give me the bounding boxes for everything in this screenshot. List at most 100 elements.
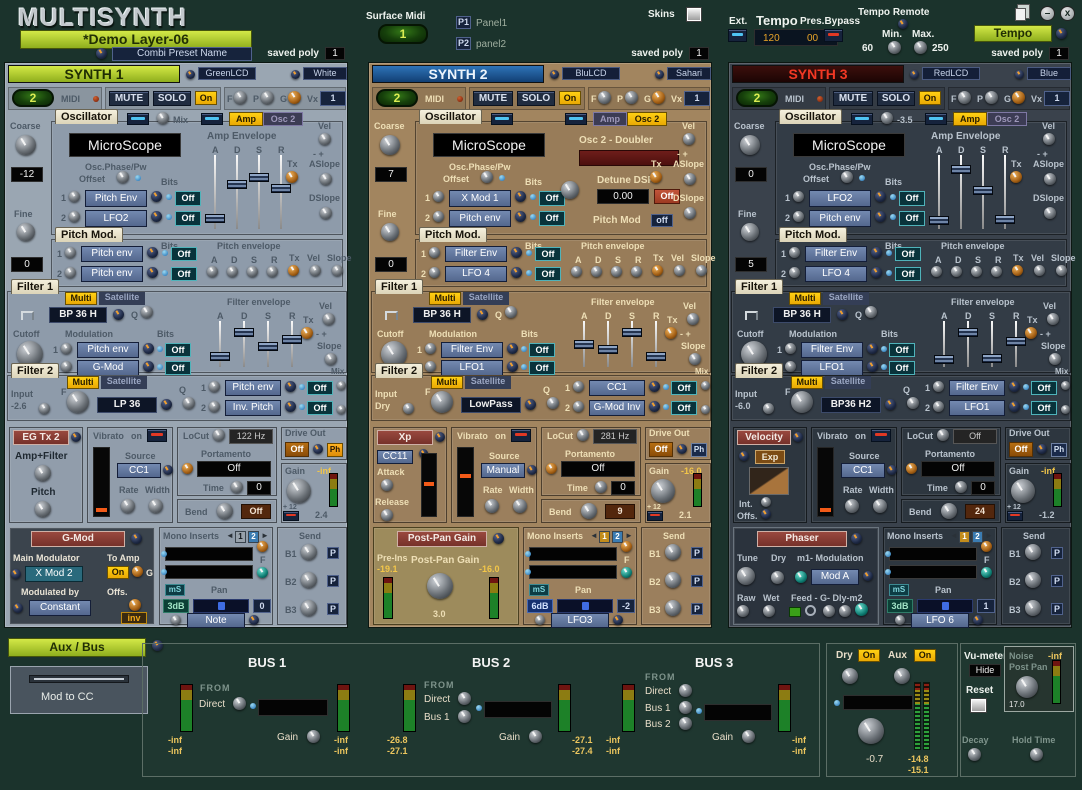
f-knob[interactable] [598,91,611,104]
osc-switch-2[interactable] [565,113,587,125]
fe-slope-knob[interactable] [325,353,337,365]
f2-mod1-source[interactable]: Pitch env [225,380,281,396]
panel2-label[interactable]: panel2 [476,39,506,50]
velocity-header[interactable]: Velocity [737,430,791,445]
f1-mod2-bits[interactable]: Off [889,361,915,375]
pan-slider[interactable] [917,599,973,613]
min-knob[interactable] [888,41,901,54]
osc-scope-display[interactable]: MicroScope [433,133,545,157]
f2-mix-knob1[interactable] [337,381,346,390]
pm-mod1-bits[interactable]: Off [535,247,561,261]
drive-off-button[interactable]: Off [1009,442,1033,457]
p-knob[interactable] [985,91,998,104]
skin-select[interactable]: White [303,67,347,80]
filter2-tab[interactable]: Filter 2 [375,363,423,378]
pitch-mod-tab[interactable]: Pitch Mod. [55,227,123,242]
pm-mod1-bits[interactable]: Off [895,247,921,261]
on-button[interactable]: On [559,91,581,105]
mono-insert-tab-1[interactable]: 1 [959,531,970,543]
osc-mod1-amount-knob[interactable] [875,191,886,202]
insert-slot-1[interactable] [889,547,977,561]
pan-mod-source[interactable]: Note [187,613,245,628]
bus2-bus1-knob[interactable] [458,710,471,723]
f2-mod1-amount-knob[interactable] [1009,381,1020,392]
phaser-header[interactable]: Phaser [757,531,847,547]
send-b2-knob[interactable] [665,572,681,588]
m2-knob[interactable] [855,603,868,616]
tune-knob[interactable] [737,567,755,585]
f2-mod2-bits[interactable]: Off [1031,401,1057,415]
g-knob[interactable] [652,91,665,104]
fine-knob[interactable] [741,223,759,241]
panel1-tab[interactable]: P1 [456,16,471,29]
insert-slot-2[interactable] [529,565,617,579]
amp-env-d-slider[interactable] [954,155,968,229]
pm-mod1-source[interactable]: Filter Env [445,246,507,262]
bus3-insert-display[interactable] [704,704,772,721]
lcd-skin-knob[interactable] [550,70,559,79]
coarse-knob[interactable] [380,135,400,155]
pe-s-knob[interactable] [247,266,258,277]
pe-s-knob[interactable] [971,266,982,277]
filter1-type[interactable]: BP 36 H [773,307,831,323]
m1-knob[interactable] [795,571,807,583]
input-knob[interactable] [763,403,774,414]
drive-ph-button[interactable]: Ph [1051,443,1067,457]
send-b2-knob[interactable] [1025,572,1041,588]
f2-mod1-knob[interactable] [573,381,584,392]
f2-mix-knob2[interactable] [1061,405,1070,414]
coarse-knob[interactable] [740,135,760,155]
vibrato-switch[interactable] [147,429,167,442]
f2-mod2-knob[interactable] [209,401,220,412]
mono-insert-tab-1[interactable]: 1 [235,531,246,543]
f1-mod1-knob[interactable] [425,343,436,354]
attack-knob[interactable] [381,479,393,491]
osc-mod1-source[interactable]: LFO2 [809,190,871,207]
osc-mod2-knob[interactable] [793,211,804,222]
osc-mod1-knob[interactable] [69,191,80,202]
filter2-q-knob[interactable] [547,397,559,409]
osc-switch-1[interactable] [491,113,513,125]
send-b3-p[interactable]: P [1051,603,1063,615]
f1-mod1-knob[interactable] [61,343,72,354]
f2-mod2-knob[interactable] [933,401,944,412]
main-modulator-value[interactable]: X Mod 2 [25,566,83,582]
send-b1-knob[interactable] [301,544,317,560]
gmod-offs-knob[interactable] [129,599,141,611]
eg-tx-knob[interactable] [71,432,81,442]
amp-env-r-slider[interactable] [274,155,288,229]
osc-mod2-source[interactable]: Pitch env [449,210,511,227]
osc-mod1-amount-knob[interactable] [151,191,162,202]
pe-slope-knob[interactable] [1056,265,1067,276]
filter1-tab[interactable]: Filter 1 [11,279,59,294]
f1-mod1-bits[interactable]: Off [889,343,915,357]
surface-midi-value[interactable]: 1 [378,24,428,44]
xp-knob[interactable] [435,432,445,442]
vibrato-switch[interactable] [511,429,531,442]
bus2-insert-display[interactable] [484,701,552,718]
send-b1-knob[interactable] [1025,544,1041,560]
pm-mod1-knob[interactable] [65,247,76,258]
filter2-freq-knob[interactable] [431,391,453,413]
modulated-by-knob[interactable] [13,603,23,613]
f1-mod1-source[interactable]: Filter Env [801,342,863,358]
f1-mod2-bits[interactable]: Off [165,361,191,375]
tx-knob[interactable] [286,171,298,183]
vibrato-source-knob[interactable] [527,465,537,475]
filter1-type[interactable]: BP 36 H [49,307,107,323]
plus12-switch[interactable] [283,511,299,521]
pm-mod1-source[interactable]: Filter Env [805,246,867,262]
filter2-multi[interactable]: Multi [67,376,99,389]
pan-mod-amount-knob[interactable] [613,615,623,625]
osc-mod2-amount-knob[interactable] [875,211,886,222]
fe-d-slider[interactable] [961,321,975,367]
skin-knob[interactable] [291,70,300,79]
insert-f-knob[interactable] [257,541,268,552]
send-b2-p[interactable]: P [1051,575,1063,587]
panel2-tab[interactable]: P2 [456,37,471,50]
filter2-satellite[interactable]: Satellite [101,376,147,389]
filter2-type[interactable]: LP 36 [97,397,157,413]
pm-mod2-bits[interactable]: Off [895,267,921,281]
postpan-header[interactable]: Post-Pan Gain [397,531,487,547]
f1-mod2-amount-knob[interactable] [507,361,518,372]
